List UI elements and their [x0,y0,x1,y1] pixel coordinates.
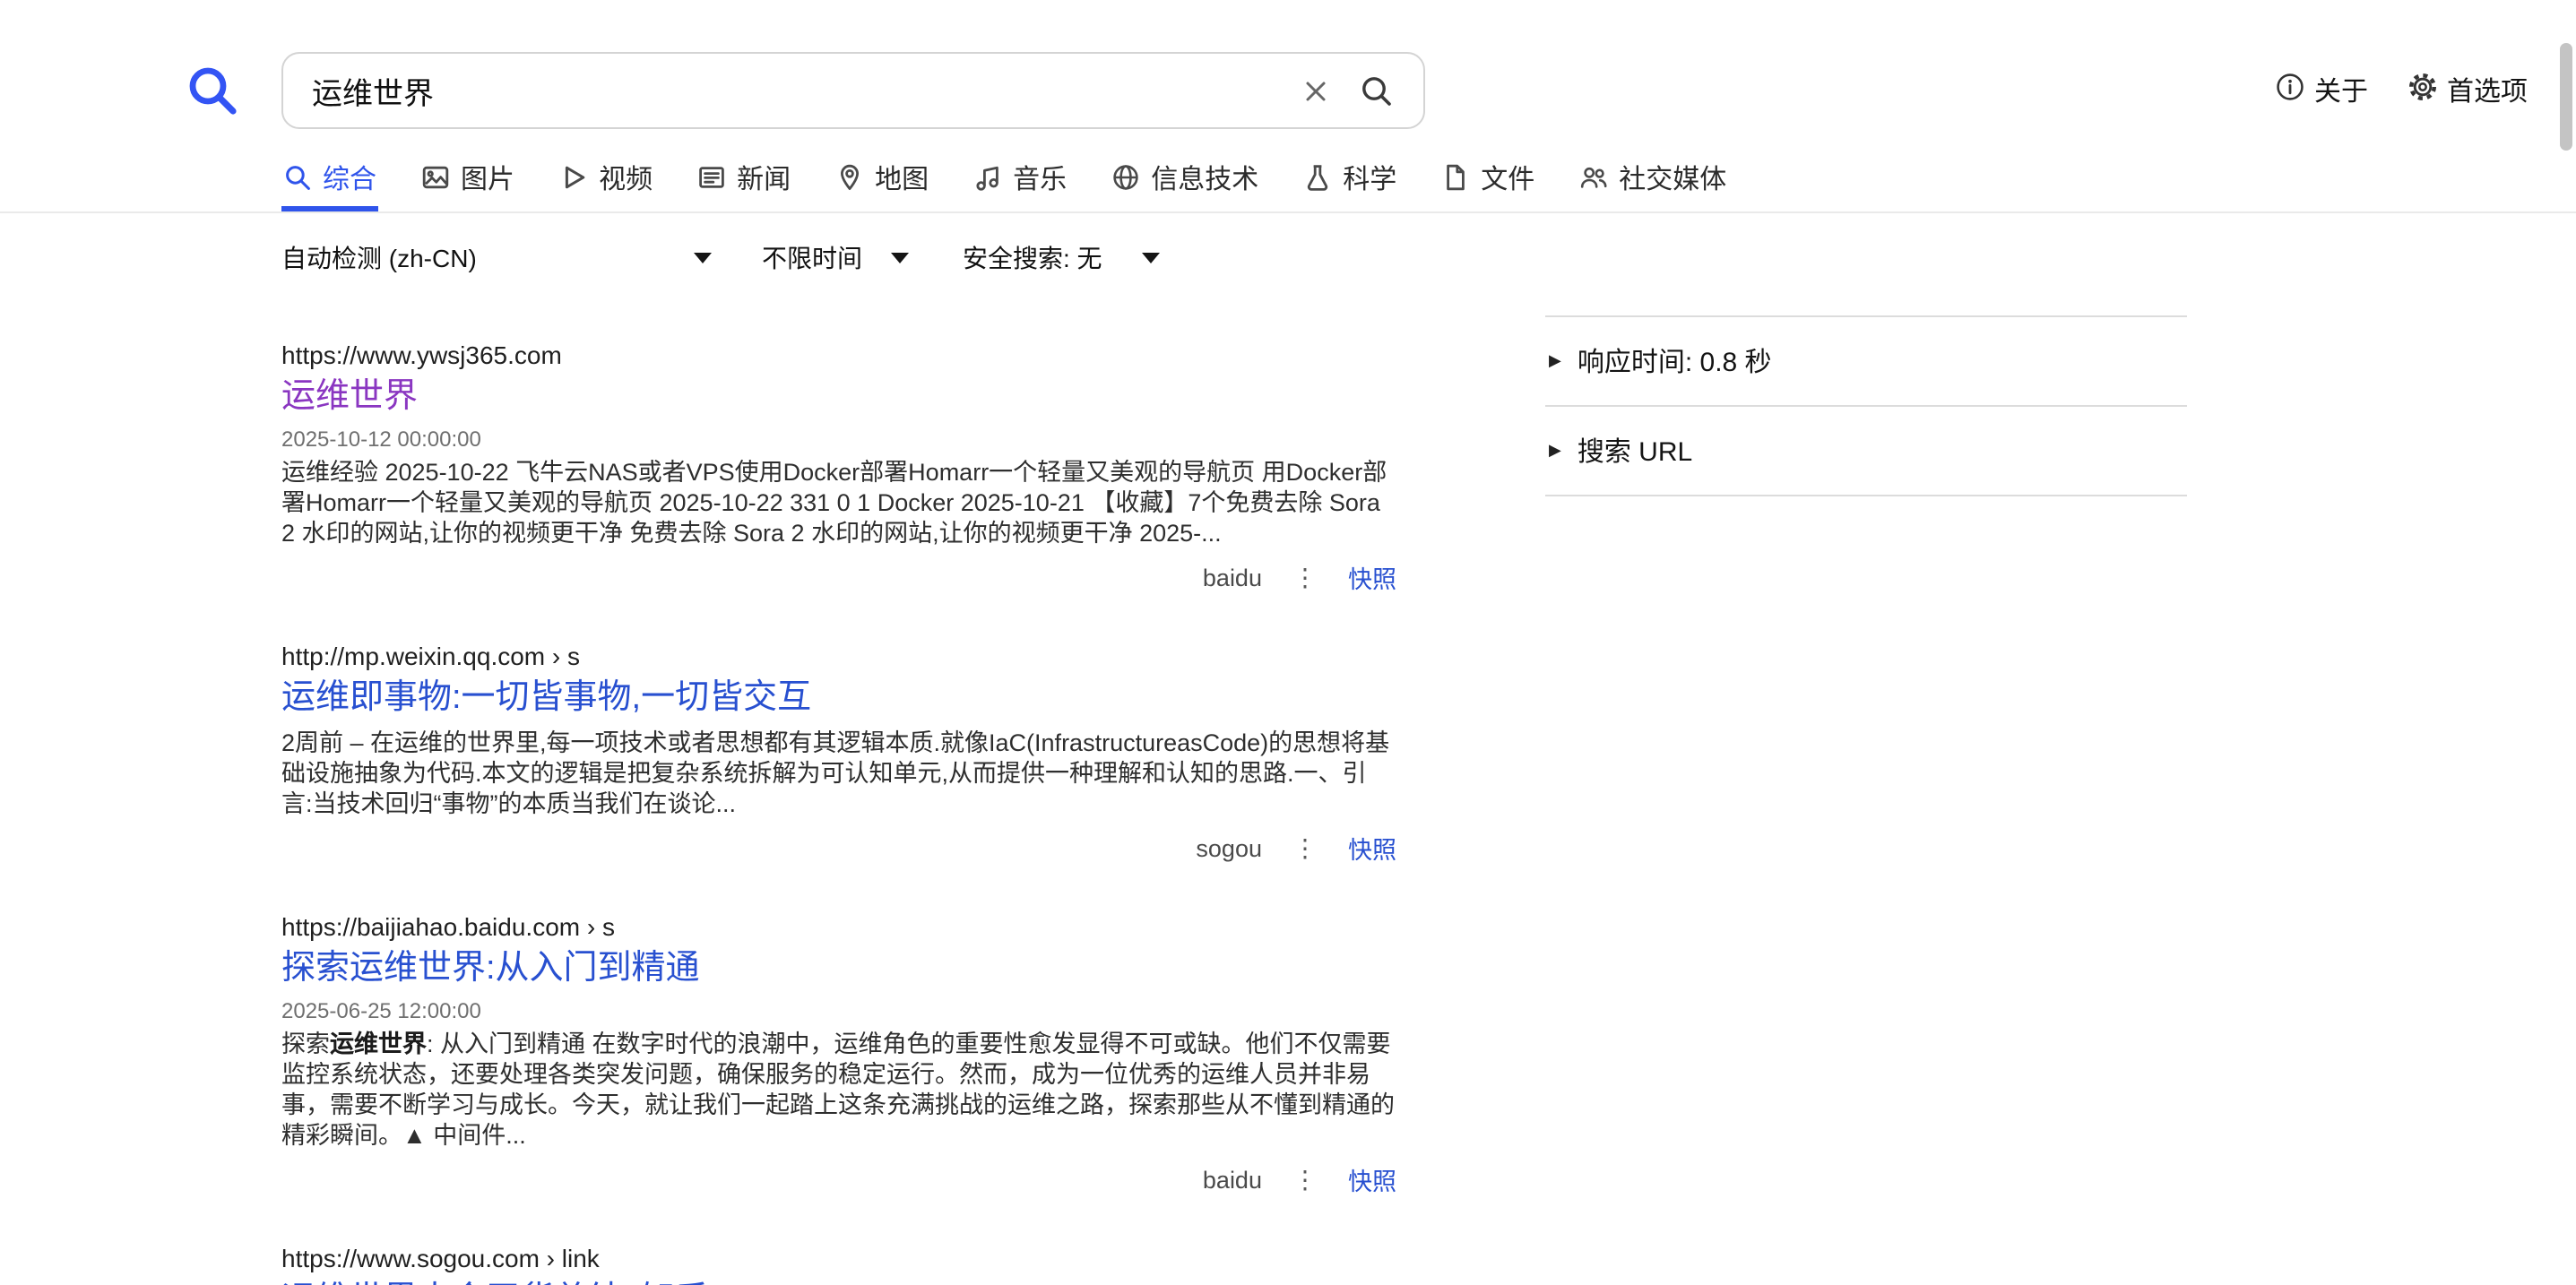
result-menu-icon[interactable]: ⋮ [1289,562,1321,592]
language-value: 自动检测 (zh-CN) [281,240,477,276]
filters-bar: 自动检测 (zh-CN) 不限时间 安全搜索: 无 [281,240,1160,276]
tab-label: 文件 [1481,159,1534,196]
result-date: 2025-06-25 12:00:00 [281,998,1396,1023]
about-label: 关于 [2314,72,2368,109]
tab-images[interactable]: 图片 [419,158,516,211]
result-cache-link[interactable]: 快照 [1348,559,1396,595]
tab-general[interactable]: 综合 [281,158,378,211]
tab-science[interactable]: 科学 [1301,158,1398,211]
search-results-page: 关于 首选项 综合 图片 [0,0,2576,1285]
search-result: https://www.ywsj365.com 运维世界 2025-10-12 … [281,341,1396,595]
tab-label: 综合 [323,159,376,196]
category-tabs: 综合 图片 视频 新闻 [281,158,1769,211]
search-result: https://www.sogou.com › link 运维世界大会干货总结_… [281,1244,1396,1285]
language-select[interactable]: 自动检测 (zh-CN) [281,240,712,276]
result-snippet: 2周前 – 在运维的世界里,每一项技术或者思想都有其逻辑本质.就像IaC(Inf… [281,728,1396,819]
tab-label: 社交媒体 [1619,159,1726,196]
result-cache-link[interactable]: 快照 [1348,1161,1396,1197]
result-cache-link[interactable]: 快照 [1348,830,1396,866]
time-range-select[interactable]: 不限时间 [762,240,909,276]
tab-music[interactable]: 音乐 [972,158,1068,211]
preferences-label: 首选项 [2447,72,2528,109]
search-box [281,52,1425,129]
result-url[interactable]: https://baijiahao.baidu.com › s [281,912,1396,941]
result-footer: baidu ⋮ 快照 [281,1161,1396,1197]
tab-label: 新闻 [737,159,791,196]
search-icon [283,163,312,192]
result-url[interactable]: https://www.sogou.com › link [281,1244,1396,1272]
time-range-value: 不限时间 [762,240,862,276]
collapsed-triangle-icon: ▶ [1549,441,1561,461]
tab-label: 信息技术 [1151,159,1258,196]
tab-label: 地图 [875,159,929,196]
result-footer: sogou ⋮ 快照 [281,830,1396,866]
safesearch-select[interactable]: 安全搜索: 无 [963,240,1160,276]
tab-it[interactable]: 信息技术 [1110,158,1260,211]
tab-social-media[interactable]: 社交媒体 [1578,158,1728,211]
results-list: https://www.ywsj365.com 运维世界 2025-10-12 … [281,341,1396,1285]
tab-label: 视频 [599,159,653,196]
result-title-link[interactable]: 探索运维世界:从入门到精通 [281,946,700,993]
result-url[interactable]: https://www.ywsj365.com [281,341,1396,369]
tab-label: 图片 [461,159,514,196]
map-pin-icon [835,163,864,192]
info-icon [2275,72,2305,109]
result-engine-label: baidu [1203,564,1262,591]
video-icon [559,163,588,192]
result-menu-icon[interactable]: ⋮ [1289,832,1321,863]
tab-files[interactable]: 文件 [1439,158,1536,211]
header-links: 关于 首选项 [2275,72,2528,109]
preferences-link[interactable]: 首选项 [2407,72,2528,109]
result-footer: baidu ⋮ 快照 [281,559,1396,595]
tab-label: 音乐 [1013,159,1067,196]
search-result: http://mp.weixin.qq.com › s 运维即事物:一切皆事物,… [281,642,1396,866]
response-time-toggle[interactable]: ▶ 响应时间: 0.8 秒 [1545,315,2187,407]
safesearch-value: 安全搜索: 无 [963,240,1102,276]
result-date: 2025-10-12 00:00:00 [281,427,1396,452]
search-url-toggle[interactable]: ▶ 搜索 URL [1545,407,2187,496]
chevron-down-icon [891,253,909,263]
about-link[interactable]: 关于 [2275,72,2368,109]
tab-videos[interactable]: 视频 [558,158,654,211]
response-time-label: 响应时间: 0.8 秒 [1578,342,1772,380]
info-sidebar: ▶ 响应时间: 0.8 秒 ▶ 搜索 URL [1545,315,2187,496]
music-note-icon [973,163,1002,192]
result-url[interactable]: http://mp.weixin.qq.com › s [281,642,1396,670]
gear-icon [2407,72,2438,109]
document-icon [1441,163,1470,192]
globe-icon [1111,163,1140,192]
search-input[interactable] [312,73,1294,108]
chevron-down-icon [1142,253,1160,263]
result-snippet: 探索运维世界: 从入门到精通 在数字时代的浪潮中，运维角色的重要性愈发显得不可或… [281,1029,1396,1151]
search-submit-icon[interactable] [1352,65,1402,116]
tabs-divider [0,211,2576,213]
people-icon [1579,163,1608,192]
tab-news[interactable]: 新闻 [696,158,792,211]
result-title-link[interactable]: 运维世界 [281,375,418,421]
collapsed-triangle-icon: ▶ [1549,351,1561,371]
result-engine-label: baidu [1203,1166,1262,1193]
tab-label: 科学 [1343,159,1396,196]
search-url-label: 搜索 URL [1578,432,1692,470]
tab-map[interactable]: 地图 [834,158,930,211]
search-result: https://baijiahao.baidu.com › s 探索运维世界:从… [281,912,1396,1197]
result-title-link[interactable]: 运维世界大会干货总结_知乎 [281,1278,709,1285]
scrollbar-thumb[interactable] [2560,43,2572,151]
result-snippet: 运维经验 2025-10-22 飞牛云NAS或者VPS使用Docker部署Hom… [281,457,1396,548]
image-icon [421,163,450,192]
result-title-link[interactable]: 运维即事物:一切皆事物,一切皆交互 [281,676,811,722]
result-menu-icon[interactable]: ⋮ [1289,1164,1321,1194]
result-engine-label: sogou [1196,834,1262,861]
logo-magnifier-icon[interactable] [185,63,242,120]
flask-icon [1303,163,1332,192]
news-icon [697,163,726,192]
clear-icon[interactable] [1294,69,1337,112]
chevron-down-icon [694,253,712,263]
